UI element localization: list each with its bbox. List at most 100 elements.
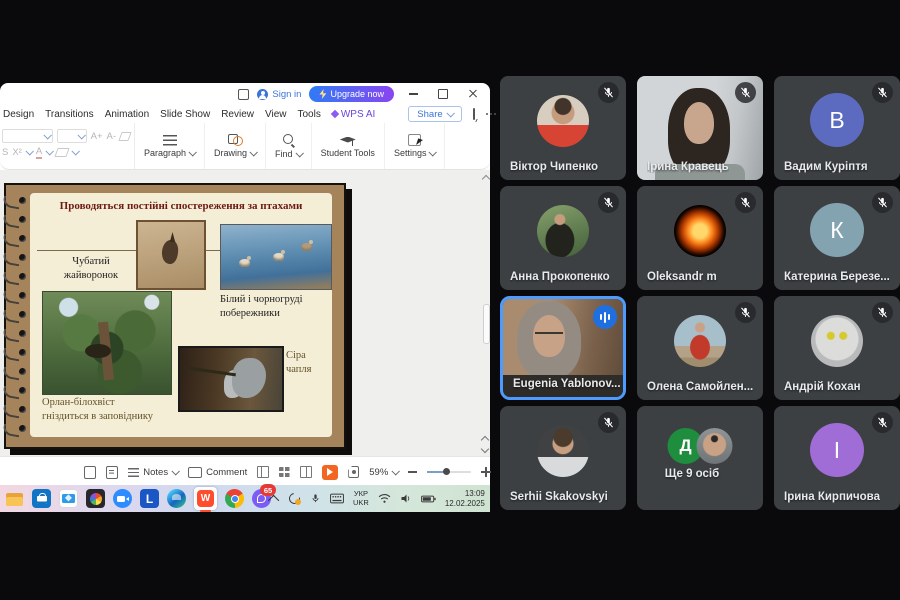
clock[interactable]: 13:09 12.02.2025 <box>445 489 485 509</box>
letter-avatar: В <box>810 93 864 147</box>
settings-group-button[interactable]: Settings <box>385 123 446 169</box>
font-name-select[interactable] <box>2 129 53 143</box>
participant-name: Вадим Куріптя <box>784 161 868 173</box>
clear-format-icon[interactable] <box>118 132 131 141</box>
wifi-icon[interactable] <box>378 493 391 504</box>
restore-button[interactable] <box>432 86 454 102</box>
participant-tile[interactable]: В Вадим Куріптя <box>774 76 900 180</box>
chrome-icon[interactable] <box>225 489 244 508</box>
scrollbar-thumb[interactable] <box>483 304 490 344</box>
menu-slide-show[interactable]: Slide Show <box>160 109 210 120</box>
presentation-slide[interactable]: Проводяться постійні спостереження за пт… <box>4 183 346 449</box>
font-size-select[interactable] <box>57 129 87 143</box>
fit-screen-icon[interactable] <box>348 466 359 478</box>
sign-in-button[interactable]: Sign in <box>257 89 301 100</box>
participant-name: Serhii Skakovskyi <box>510 491 608 503</box>
menu-review[interactable]: Review <box>221 109 254 120</box>
drawing-icon <box>228 134 243 146</box>
zoom-slider[interactable] <box>427 471 471 473</box>
slideshow-play-button[interactable] <box>322 465 339 480</box>
touch-keyboard-icon[interactable] <box>330 493 344 504</box>
student-tools-button[interactable]: Student Tools <box>312 123 385 169</box>
comment-button[interactable]: Comment <box>188 467 247 478</box>
graduation-cap-icon <box>340 135 356 146</box>
eagle-nest-photo <box>42 291 172 395</box>
mic-off-icon <box>735 192 756 213</box>
slide-sorter-icon[interactable] <box>279 467 289 477</box>
language-indicator[interactable]: УКР UKR <box>353 490 369 507</box>
wps-ribbon: A+ A- S X² A Pa <box>0 123 490 170</box>
avatar <box>674 205 726 257</box>
microsoft-store-icon[interactable] <box>32 489 51 508</box>
zoom-app-icon[interactable] <box>113 489 132 508</box>
participant-tile[interactable]: К Катерина Березе... <box>774 186 900 290</box>
sync-status-icon[interactable] <box>288 492 301 505</box>
menu-view[interactable]: View <box>265 109 287 120</box>
wps-taskbar-active[interactable]: W <box>194 487 217 510</box>
zoom-in-button[interactable] <box>481 467 490 477</box>
mic-off-icon <box>872 412 893 433</box>
menu-design[interactable]: Design <box>3 109 34 120</box>
participant-tile[interactable]: Ірина Кравець <box>637 76 763 180</box>
menu-animation[interactable]: Animation <box>105 109 149 120</box>
zoom-out-button[interactable] <box>408 471 416 473</box>
increase-font-button[interactable]: A+ <box>91 131 103 142</box>
menu-transitions[interactable]: Transitions <box>45 109 94 120</box>
wps-ai-button[interactable]: WPS AI <box>332 109 375 120</box>
letter-avatar: К <box>810 203 864 257</box>
superscript-button[interactable]: X² <box>12 147 22 158</box>
minimize-button[interactable] <box>402 86 424 102</box>
highlight-button[interactable] <box>55 148 70 157</box>
slide-pager[interactable] <box>482 437 488 452</box>
file-explorer-icon[interactable] <box>5 489 24 508</box>
more-options-icon[interactable] <box>486 113 496 115</box>
l-app-icon[interactable]: L <box>140 489 159 508</box>
font-color-button[interactable]: A <box>36 146 42 159</box>
participant-tile[interactable]: Андрій Кохан <box>774 296 900 400</box>
participant-tile[interactable]: Анна Прокопенко <box>500 186 626 290</box>
strikethrough-button[interactable]: S <box>2 147 8 158</box>
lightning-icon <box>319 89 326 99</box>
mic-off-icon <box>598 192 619 213</box>
normal-view-icon[interactable] <box>257 466 269 478</box>
mic-off-icon <box>872 192 893 213</box>
upgrade-now-button[interactable]: Upgrade now <box>309 86 394 102</box>
notebook-page: Проводяться постійні спостереження за пт… <box>30 193 332 437</box>
participant-tile[interactable]: Віктор Чипенко <box>500 76 626 180</box>
avatar <box>697 428 733 464</box>
close-button[interactable] <box>462 86 484 102</box>
menu-tools[interactable]: Tools <box>297 109 320 120</box>
share-button[interactable]: Share <box>408 106 461 122</box>
decrease-font-button[interactable]: A- <box>107 131 117 142</box>
slide-icon[interactable] <box>84 466 96 479</box>
photos-icon[interactable] <box>86 489 105 508</box>
participant-tile-active-speaker[interactable]: Eugenia Yablonov... <box>500 296 626 400</box>
comment-panel-icon[interactable] <box>473 108 475 120</box>
new-tab-icon[interactable] <box>238 89 249 100</box>
battery-icon[interactable] <box>421 494 436 504</box>
drawing-group-button[interactable]: Drawing <box>205 123 266 169</box>
chevron-down-icon <box>446 109 454 117</box>
participant-name: Катерина Березе... <box>784 271 890 283</box>
screen-share-tile[interactable]: Sign in Upgrade now Design Transitions A… <box>0 83 490 512</box>
participant-tile[interactable]: Serhii Skakovskyi <box>500 406 626 510</box>
edge-icon[interactable] <box>167 489 186 508</box>
participant-tile[interactable]: Олена Самойлен... <box>637 296 763 400</box>
find-group-button[interactable]: Find <box>266 123 312 169</box>
new-slide-icon[interactable] <box>106 466 118 479</box>
mail-icon[interactable] <box>59 489 78 508</box>
reading-view-icon[interactable] <box>300 466 312 478</box>
scrollbar[interactable] <box>482 176 489 450</box>
notes-button[interactable]: Notes <box>128 467 178 478</box>
notes-icon <box>128 468 139 477</box>
microphone-tray-icon[interactable] <box>310 492 321 505</box>
sparkle-icon <box>331 110 339 118</box>
paragraph-group-button[interactable]: Paragraph <box>135 123 205 169</box>
overflow-tile[interactable]: Д Ще 9 осіб <box>637 406 763 510</box>
participant-tile[interactable]: Oleksandr m <box>637 186 763 290</box>
paragraph-icon <box>163 135 177 146</box>
overflow-avatars: Д <box>668 428 733 464</box>
zoom-level[interactable]: 59% <box>369 467 398 478</box>
speaker-icon[interactable] <box>400 493 412 504</box>
participant-tile[interactable]: І Ірина Кирпичова <box>774 406 900 510</box>
